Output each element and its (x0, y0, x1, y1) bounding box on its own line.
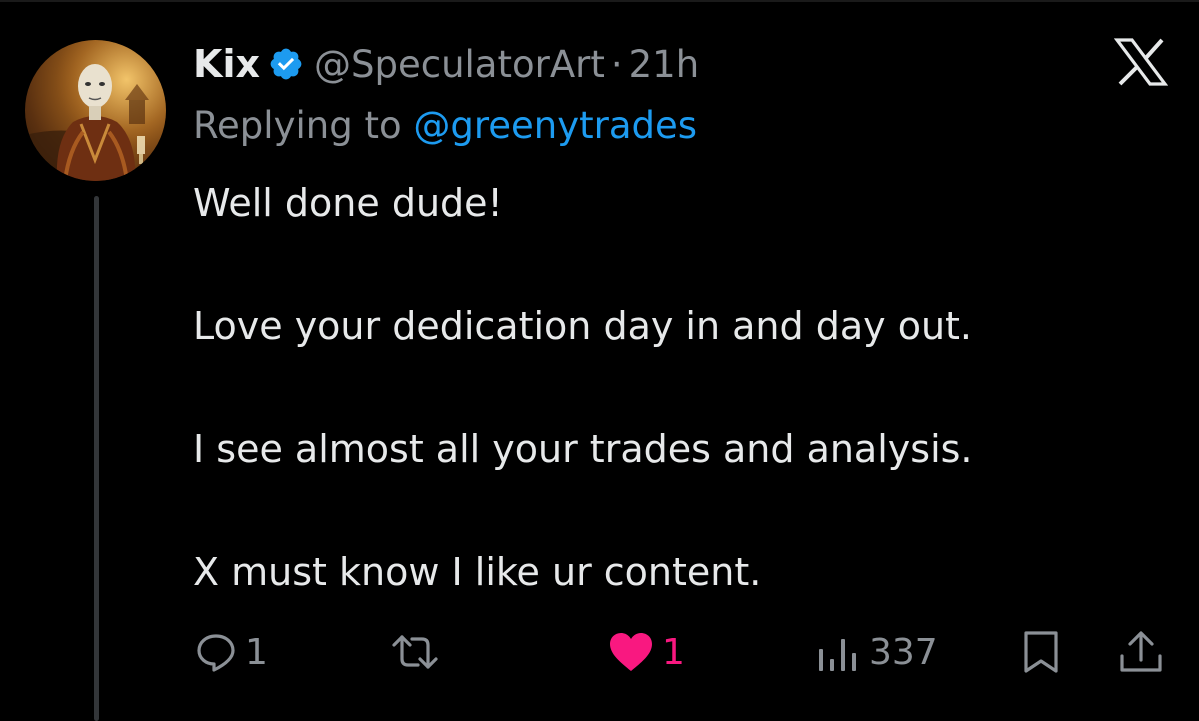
views-button[interactable]: 337 (817, 628, 938, 676)
tweet-time[interactable]: 21h (629, 43, 700, 86)
tweet-header: Kix @SpeculatorArt · 21h (193, 40, 699, 88)
tweet-text-line: I see almost all your trades and analysi… (193, 427, 973, 471)
view-count: 337 (869, 631, 938, 673)
repost-button[interactable] (390, 628, 448, 676)
author-handle[interactable]: @SpeculatorArt (314, 43, 605, 86)
replying-to-label: Replying to (193, 104, 402, 147)
views-icon (817, 631, 861, 673)
reply-mention-link[interactable]: @greenytrades (413, 104, 697, 147)
heart-icon (608, 631, 654, 673)
separator-dot: · (610, 42, 623, 86)
share-icon (1118, 630, 1164, 674)
share-button[interactable] (1118, 628, 1164, 676)
repost-icon (390, 631, 440, 673)
bookmark-button[interactable] (1022, 628, 1060, 676)
like-count: 1 (662, 631, 685, 673)
tweet-text-line: Well done dude! (193, 181, 503, 225)
bookmark-icon (1022, 630, 1060, 674)
reply-button[interactable]: 1 (195, 628, 268, 676)
reply-icon (195, 631, 237, 673)
avatar-painting-icon (25, 40, 166, 181)
reply-count: 1 (245, 631, 268, 673)
author-avatar[interactable] (25, 40, 166, 181)
like-button[interactable]: 1 (608, 628, 685, 676)
author-name[interactable]: Kix (193, 42, 260, 86)
thread-line (94, 196, 99, 721)
tweet-text-line: Love your dedication day in and day out. (193, 304, 972, 348)
x-logo[interactable] (1113, 38, 1169, 86)
tweet-text-line: X must know I like ur content. (193, 550, 762, 594)
top-divider (0, 0, 1199, 2)
verified-badge-icon (268, 46, 304, 82)
replying-to: Replying to @greenytrades (193, 104, 697, 147)
